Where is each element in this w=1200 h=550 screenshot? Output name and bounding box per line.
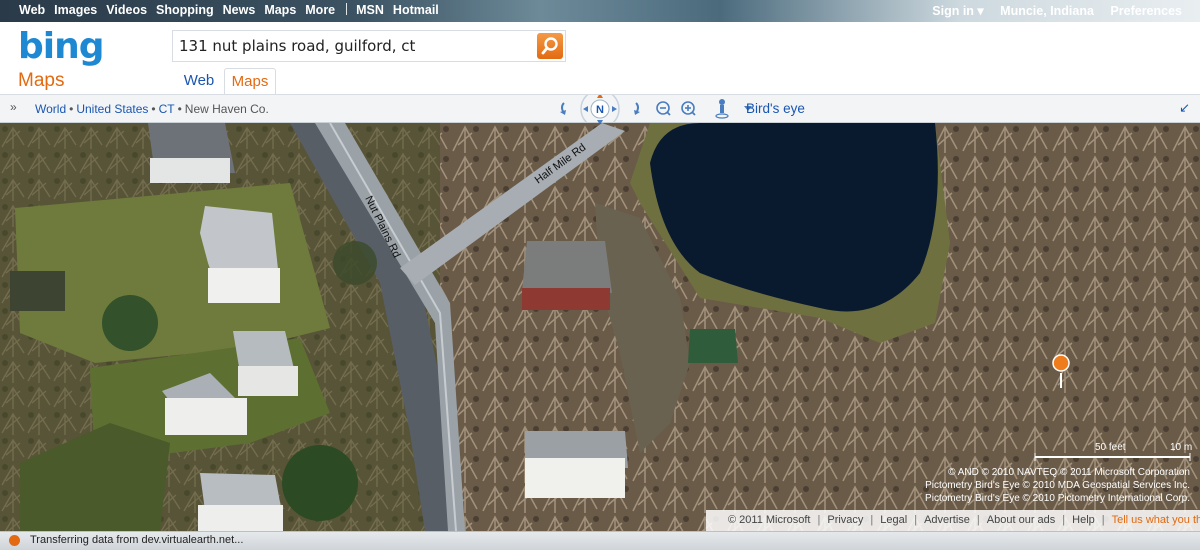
footer-about-ads-link[interactable]: About our ads bbox=[987, 514, 1056, 526]
location-link[interactable]: Muncie, Indiana bbox=[1000, 4, 1094, 18]
search-header: bing Maps Web Maps bbox=[0, 22, 1200, 94]
breadcrumb: World • United States • CT • New Haven Co. bbox=[35, 102, 269, 116]
collapse-map-icon[interactable]: ↙ bbox=[1179, 100, 1190, 116]
maps-logo-label: Maps bbox=[18, 70, 65, 91]
streetside-person-icon[interactable] bbox=[715, 99, 729, 119]
breadcrumb-world[interactable]: World bbox=[35, 102, 66, 116]
breadcrumb-united-states[interactable]: United States bbox=[76, 102, 148, 116]
house-nw bbox=[148, 123, 235, 183]
barn-center bbox=[522, 241, 612, 310]
nav-msn-link[interactable]: MSN bbox=[356, 3, 384, 17]
preferences-link[interactable]: Preferences bbox=[1110, 4, 1182, 18]
top-nav-bar: Web Images Videos Shopping News Maps More MSN Ho… bbox=[0, 0, 1200, 22]
nav-hotmail-link[interactable]: Hotmail bbox=[393, 3, 439, 17]
compass-north-label: N bbox=[596, 104, 604, 116]
browser-status-bar: Transferring data from dev.virtualearth.… bbox=[0, 531, 1200, 550]
nav-maps-link[interactable]: Maps bbox=[264, 3, 296, 17]
shed-green-roof bbox=[688, 329, 738, 363]
rotate-right-icon[interactable] bbox=[634, 102, 640, 115]
account-nav: Sign in ▾ Muncie, Indiana Preferences bbox=[919, 3, 1182, 18]
search-button[interactable] bbox=[537, 33, 563, 59]
loading-icon bbox=[9, 535, 20, 546]
house-center-south bbox=[525, 431, 628, 498]
birds-eye-map[interactable]: Nut Plains Rd Half Mile Rd 50 feet 10 m … bbox=[0, 123, 1200, 531]
footer-feedback-link[interactable]: Tell us what you think bbox=[1112, 514, 1200, 526]
evergreen-tree bbox=[282, 445, 358, 521]
search-icon bbox=[541, 37, 558, 55]
copyright-line-2: Pictometry Bird's Eye © 2010 MDA Geospat… bbox=[925, 480, 1190, 491]
footer-help-link[interactable]: Help bbox=[1072, 514, 1095, 526]
zoom-out-icon[interactable] bbox=[656, 101, 671, 116]
copyright-line-1: © AND © 2010 NAVTEQ © 2011 Microsoft Cor… bbox=[948, 467, 1190, 478]
zoom-in-icon[interactable] bbox=[681, 101, 696, 116]
tree-cluster bbox=[333, 241, 377, 285]
house-lower-left bbox=[198, 473, 283, 531]
tab-maps[interactable]: Maps bbox=[224, 68, 276, 94]
house-upper-left bbox=[200, 206, 280, 303]
nav-web-link[interactable]: Web bbox=[19, 3, 45, 17]
expand-panel-icon[interactable]: » bbox=[10, 100, 17, 114]
rotate-left-icon[interactable] bbox=[560, 102, 566, 115]
status-text: Transferring data from dev.virtualearth.… bbox=[30, 534, 244, 546]
sign-in-link[interactable]: Sign in ▾ bbox=[932, 4, 983, 18]
scale-feet-label: 50 feet bbox=[1095, 442, 1126, 453]
scale-meters-label: 10 m bbox=[1170, 442, 1192, 453]
tab-web[interactable]: Web bbox=[176, 68, 222, 94]
nav-more-link[interactable]: More bbox=[305, 3, 335, 17]
footer-advertise-link[interactable]: Advertise bbox=[924, 514, 970, 526]
compass-control[interactable]: N bbox=[580, 89, 620, 129]
map-copyright: © AND © 2010 NAVTEQ © 2011 Microsoft Cor… bbox=[925, 467, 1190, 504]
breadcrumb-ct[interactable]: CT bbox=[159, 102, 175, 116]
birds-eye-view-button[interactable]: Bird's eye bbox=[746, 101, 805, 116]
bing-logo[interactable]: bing bbox=[18, 26, 105, 67]
footer-bar: © 2011 Microsoft | Privacy | Legal | Advertise… bbox=[706, 510, 1200, 531]
search-input[interactable] bbox=[179, 34, 529, 58]
map-toolbar: » World • United States • CT • New Haven Co. N bbox=[0, 89, 1200, 129]
nav-news-link[interactable]: News bbox=[223, 3, 256, 17]
services-nav: Web Images Videos Shopping News Maps More MSN Ho… bbox=[19, 3, 448, 17]
nav-videos-link[interactable]: Videos bbox=[106, 3, 147, 17]
search-box bbox=[172, 30, 566, 62]
copyright-line-3: Pictometry Bird's Eye © 2010 Pictometry … bbox=[925, 493, 1190, 504]
nav-divider bbox=[346, 3, 348, 15]
footer-copyright: © 2011 Microsoft bbox=[728, 514, 811, 526]
shed-west bbox=[10, 271, 65, 311]
evergreen-tree bbox=[102, 295, 158, 351]
breadcrumb-county: New Haven Co. bbox=[184, 102, 269, 116]
footer-privacy-link[interactable]: Privacy bbox=[827, 514, 863, 526]
nav-images-link[interactable]: Images bbox=[54, 3, 97, 17]
footer-legal-link[interactable]: Legal bbox=[880, 514, 907, 526]
nav-shopping-link[interactable]: Shopping bbox=[156, 3, 214, 17]
